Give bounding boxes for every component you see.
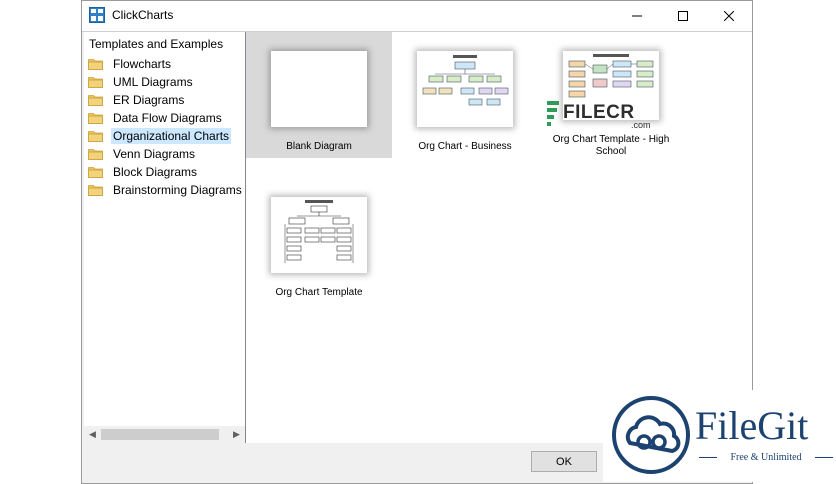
template-label: Org Chart - Business: [418, 141, 512, 152]
filegit-watermark: FileGit Free & Unlimited: [603, 390, 836, 482]
org-chart-business-thumbnail: [417, 51, 513, 127]
folder-icon: [88, 113, 103, 124]
tree-item-label: ER Diagrams: [113, 93, 185, 107]
tree-item-flowcharts[interactable]: Flowcharts: [84, 55, 245, 73]
tree-item-label: Block Diagrams: [113, 165, 198, 179]
folder-icon: [88, 131, 103, 142]
template-label: Org Chart Template: [275, 287, 363, 298]
tree-heading: Templates and Examples: [89, 37, 224, 51]
template-label: Org Chart Template - High School: [552, 134, 670, 157]
folder-icon: [88, 185, 103, 196]
ok-button[interactable]: OK: [531, 451, 597, 472]
category-tree-panel: Templates and Examples Flowcharts UML Dia…: [84, 32, 246, 443]
scroll-left-icon[interactable]: ◀: [84, 426, 101, 443]
close-icon: [724, 11, 734, 21]
tree-item-label: Venn Diagrams: [113, 147, 196, 161]
close-button[interactable]: [706, 1, 752, 31]
org-chart-template-thumbnail: [271, 197, 367, 273]
template-org-chart-high-school[interactable]: Org Chart Template - High School: [538, 32, 684, 158]
template-blank-diagram[interactable]: Blank Diagram: [246, 32, 392, 158]
dialog-body: Templates and Examples Flowcharts UML Dia…: [82, 31, 752, 444]
filegit-logo-icon: [612, 396, 690, 474]
template-org-chart-business[interactable]: Org Chart - Business: [392, 32, 538, 158]
horizontal-scrollbar[interactable]: ◀ ▶: [84, 426, 245, 443]
tree-item-label: UML Diagrams: [113, 75, 193, 89]
filecr-watermark: FILECR .com: [545, 99, 655, 131]
scroll-right-icon[interactable]: ▶: [228, 426, 245, 443]
tree-item-label: Flowcharts: [113, 57, 172, 71]
maximize-icon: [678, 11, 688, 21]
tree-item-label: Brainstorming Diagrams: [113, 183, 242, 197]
minimize-icon: [632, 15, 642, 17]
filecr-logo-icon: [547, 101, 559, 126]
tree-item-label: Data Flow Diagrams: [113, 111, 222, 125]
tree-item-label: Organizational Charts: [111, 128, 232, 144]
tree-item-data-flow-diagrams[interactable]: Data Flow Diagrams: [84, 109, 245, 127]
scrollbar-thumb[interactable]: [101, 429, 219, 440]
tree-item-block-diagrams[interactable]: Block Diagrams: [84, 163, 245, 181]
clickcharts-app-icon: [89, 7, 105, 23]
template-label: Blank Diagram: [286, 141, 352, 152]
tree-item-brainstorming-diagrams[interactable]: Brainstorming Diagrams: [84, 181, 245, 199]
filecr-suffix: .com: [631, 120, 651, 130]
tree-item-uml-diagrams[interactable]: UML Diagrams: [84, 73, 245, 91]
folder-icon: [88, 167, 103, 178]
category-tree: Flowcharts UML Diagrams ER Diagrams Data Fl…: [84, 55, 245, 199]
blank-diagram-thumbnail: [271, 51, 367, 127]
folder-icon: [88, 95, 103, 106]
window-title: ClickCharts: [112, 8, 174, 22]
folder-icon: [88, 77, 103, 88]
folder-icon: [88, 149, 103, 160]
filecr-text: FILECR: [563, 102, 635, 123]
filegit-name: FileGit: [695, 403, 809, 448]
filegit-tagline: Free & Unlimited: [730, 452, 802, 463]
tree-item-er-diagrams[interactable]: ER Diagrams: [84, 91, 245, 109]
minimize-button[interactable]: [614, 1, 660, 31]
template-gallery: Blank Diagram Org Chart - Business Org C…: [246, 32, 752, 443]
maximize-button[interactable]: [660, 1, 706, 31]
folder-icon: [88, 59, 103, 70]
template-org-chart-template[interactable]: Org Chart Template: [246, 178, 392, 306]
tree-item-venn-diagrams[interactable]: Venn Diagrams: [84, 145, 245, 163]
title-bar[interactable]: ClickCharts: [82, 1, 752, 31]
tree-item-organizational-charts[interactable]: Organizational Charts: [84, 127, 245, 145]
